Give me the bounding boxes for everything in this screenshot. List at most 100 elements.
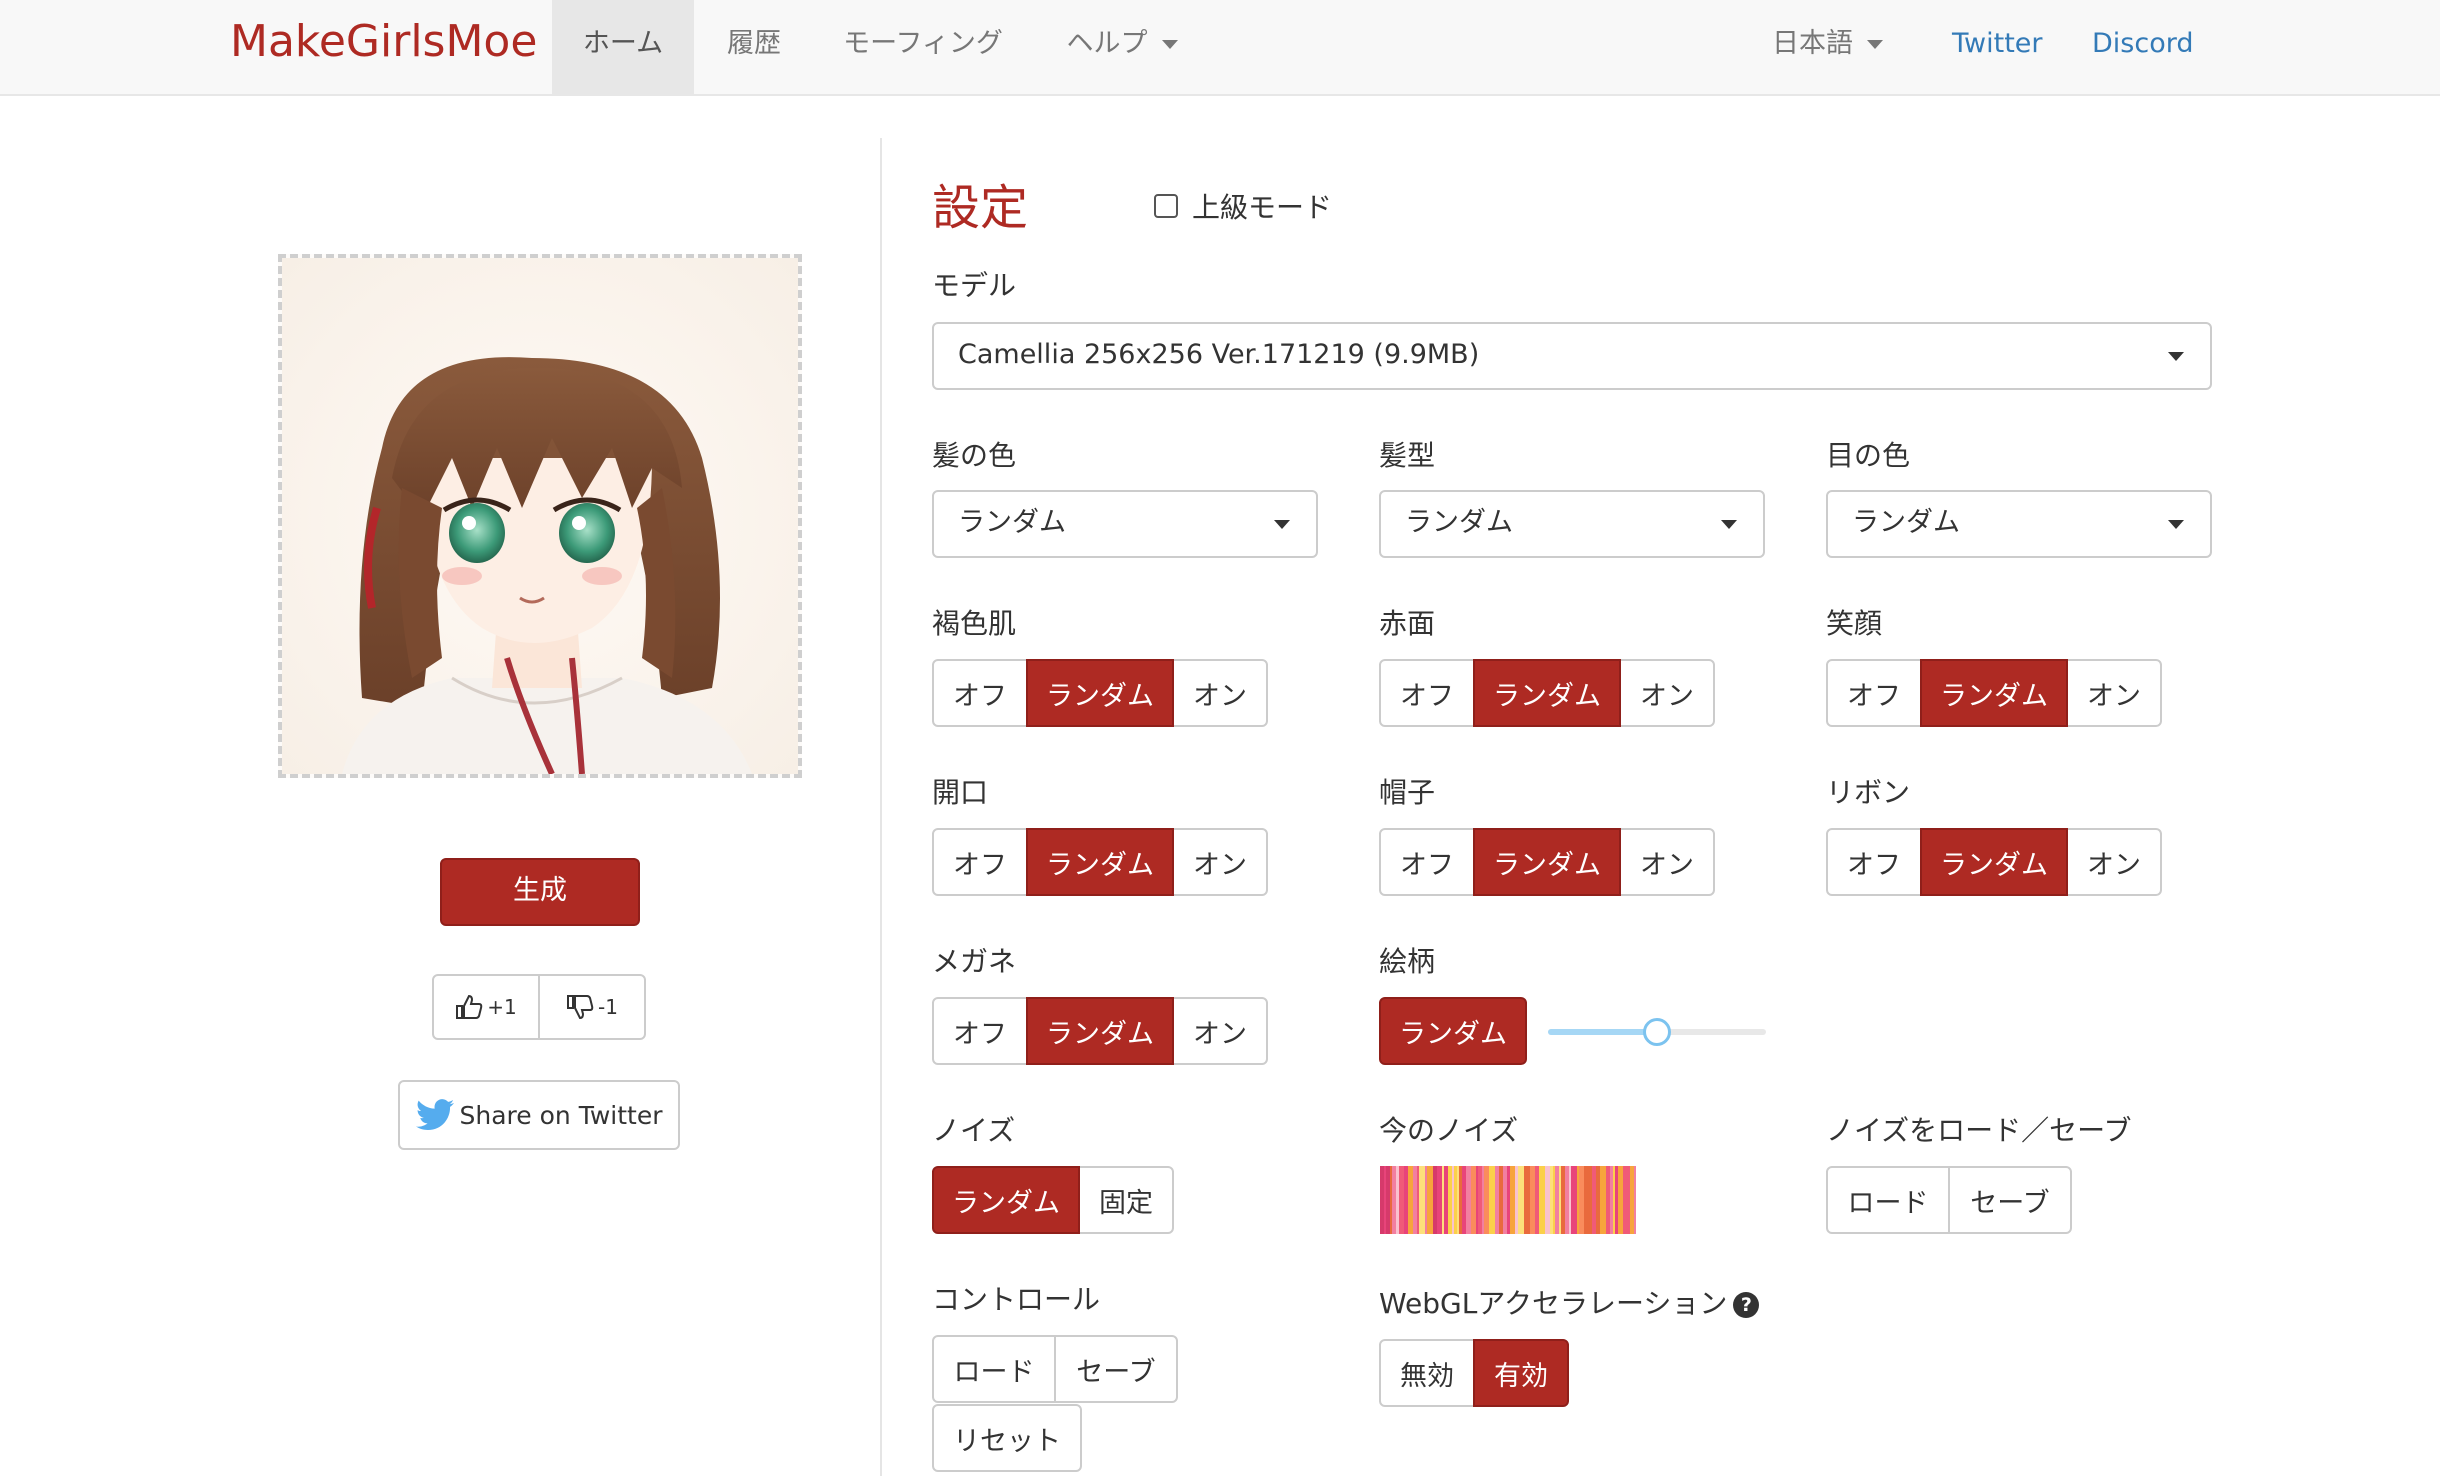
noise-stripe <box>1535 1166 1539 1234</box>
noise-stripe <box>1484 1166 1489 1234</box>
noise-stripe <box>1545 1166 1550 1234</box>
webgl-enabled-button[interactable]: 有効 <box>1473 1339 1569 1407</box>
noise-load-button[interactable]: ロード <box>1826 1166 1950 1234</box>
twitter-link[interactable]: Twitter <box>1952 0 2043 94</box>
glasses-off-button[interactable]: オフ <box>932 997 1028 1065</box>
noise-stripe <box>1452 1166 1454 1234</box>
blush-random-button[interactable]: ランダム <box>1473 659 1621 727</box>
share-on-twitter-label: Share on Twitter <box>459 1100 663 1130</box>
discord-link[interactable]: Discord <box>2092 0 2194 94</box>
advanced-mode-toggle[interactable]: 上級モード <box>1154 186 1332 226</box>
glasses-on-button[interactable]: オン <box>1172 997 1268 1065</box>
dark-skin-random-button[interactable]: ランダム <box>1026 659 1174 727</box>
noise-stripe <box>1448 1166 1452 1234</box>
chevron-down-icon <box>1161 40 1178 49</box>
style-slider-handle[interactable] <box>1643 1018 1671 1046</box>
webgl-disabled-button[interactable]: 無効 <box>1379 1339 1475 1407</box>
noise-stripe <box>1392 1166 1396 1234</box>
smile-random-button[interactable]: ランダム <box>1920 659 2068 727</box>
noise-stripe <box>1634 1166 1636 1234</box>
hat-label: 帽子 <box>1379 776 1436 809</box>
open-mouth-off-button[interactable]: オフ <box>932 828 1028 896</box>
hair-style-value: ランダム <box>1405 507 1513 538</box>
noise-stripe <box>1499 1166 1503 1234</box>
brand-logo[interactable]: MakeGirlsMoe <box>230 16 537 67</box>
ribbon-off-button[interactable]: オフ <box>1826 828 1922 896</box>
noise-random-button[interactable]: ランダム <box>932 1166 1080 1234</box>
generate-button[interactable]: 生成 <box>440 858 640 926</box>
blush-toggle: オフ ランダム オン <box>1379 659 1715 727</box>
noise-stripe <box>1495 1166 1499 1234</box>
noise-stripe <box>1482 1166 1484 1234</box>
blush-off-button[interactable]: オフ <box>1379 659 1475 727</box>
smile-on-button[interactable]: オン <box>2066 659 2162 727</box>
style-slider[interactable] <box>1548 1018 1766 1046</box>
noise-stripe <box>1569 1166 1571 1234</box>
noise-stripe <box>1524 1166 1530 1234</box>
hair-color-select[interactable]: ランダム <box>932 490 1318 558</box>
noise-save-button[interactable]: セーブ <box>1948 1166 2072 1234</box>
model-select[interactable]: Camellia 256x256 Ver.171219 (9.9MB) <box>932 322 2212 390</box>
noise-stripe <box>1466 1166 1471 1234</box>
nav-history-label: 履歴 <box>727 28 781 59</box>
noise-stripe <box>1427 1166 1433 1234</box>
panel-divider <box>880 138 882 1476</box>
model-select-value: Camellia 256x256 Ver.171219 (9.9MB) <box>958 339 1480 370</box>
noise-stripe <box>1623 1166 1625 1234</box>
style-random-button[interactable]: ランダム <box>1379 997 1527 1065</box>
control-load-button[interactable]: ロード <box>932 1335 1056 1403</box>
control-save-button[interactable]: セーブ <box>1054 1335 1178 1403</box>
ribbon-on-button[interactable]: オン <box>2066 828 2162 896</box>
noise-stripe <box>1399 1166 1404 1234</box>
control-group: ロード セーブ <box>932 1335 1178 1403</box>
eye-color-select[interactable]: ランダム <box>1826 490 2212 558</box>
noise-stripe <box>1396 1166 1399 1234</box>
nav-history[interactable]: 履歴 <box>694 0 814 94</box>
webgl-toggle: 無効 有効 <box>1379 1339 1569 1407</box>
advanced-mode-checkbox[interactable] <box>1154 194 1178 218</box>
noise-stripe <box>1489 1166 1495 1234</box>
noise-stripe <box>1459 1166 1462 1234</box>
hair-style-label: 髪型 <box>1379 439 1436 472</box>
advanced-mode-label: 上級モード <box>1192 191 1333 224</box>
noise-stripe <box>1503 1166 1507 1234</box>
hat-random-button[interactable]: ランダム <box>1473 828 1621 896</box>
upvote-button[interactable]: +1 <box>434 976 538 1038</box>
question-circle-icon[interactable]: ? <box>1733 1292 1760 1318</box>
chevron-down-icon <box>1721 520 1737 529</box>
open-mouth-on-button[interactable]: オン <box>1172 828 1268 896</box>
nav-help-dropdown[interactable]: ヘルプ <box>1032 0 1212 94</box>
language-dropdown[interactable]: 日本語 <box>1772 0 1902 94</box>
language-label: 日本語 <box>1772 28 1853 59</box>
noise-fixed-button[interactable]: 固定 <box>1078 1166 1174 1234</box>
share-on-twitter-button[interactable]: Share on Twitter <box>398 1080 680 1150</box>
nav-morphing[interactable]: モーフィング <box>814 0 1032 94</box>
ribbon-random-button[interactable]: ランダム <box>1920 828 2068 896</box>
nav-home[interactable]: ホーム <box>552 0 694 94</box>
nav-home-label: ホーム <box>582 28 664 59</box>
noise-stripe <box>1589 1166 1592 1234</box>
hat-on-button[interactable]: オン <box>1619 828 1715 896</box>
noise-stripe <box>1515 1166 1518 1234</box>
downvote-button[interactable]: -1 <box>538 976 644 1038</box>
glasses-random-button[interactable]: ランダム <box>1026 997 1174 1065</box>
noise-stripe <box>1606 1166 1610 1234</box>
noise-stripe <box>1565 1166 1569 1234</box>
hair-style-select[interactable]: ランダム <box>1379 490 1765 558</box>
open-mouth-random-button[interactable]: ランダム <box>1026 828 1174 896</box>
upvote-label: +1 <box>487 995 517 1019</box>
dark-skin-on-button[interactable]: オン <box>1172 659 1268 727</box>
dark-skin-off-button[interactable]: オフ <box>932 659 1028 727</box>
control-reset-button[interactable]: リセット <box>932 1404 1082 1472</box>
twitter-bird-icon <box>415 1099 454 1131</box>
smile-off-button[interactable]: オフ <box>1826 659 1922 727</box>
current-noise-label: 今のノイズ <box>1379 1114 1519 1147</box>
noise-stripe <box>1553 1166 1555 1234</box>
blush-on-button[interactable]: オン <box>1619 659 1715 727</box>
noise-stripe <box>1417 1166 1419 1234</box>
nav-help-label: ヘルプ <box>1066 28 1148 59</box>
hat-off-button[interactable]: オフ <box>1379 828 1475 896</box>
nav-morphing-label: モーフィング <box>843 28 1003 59</box>
control-label: コントロール <box>932 1283 1101 1316</box>
noise-stripe <box>1425 1166 1427 1234</box>
